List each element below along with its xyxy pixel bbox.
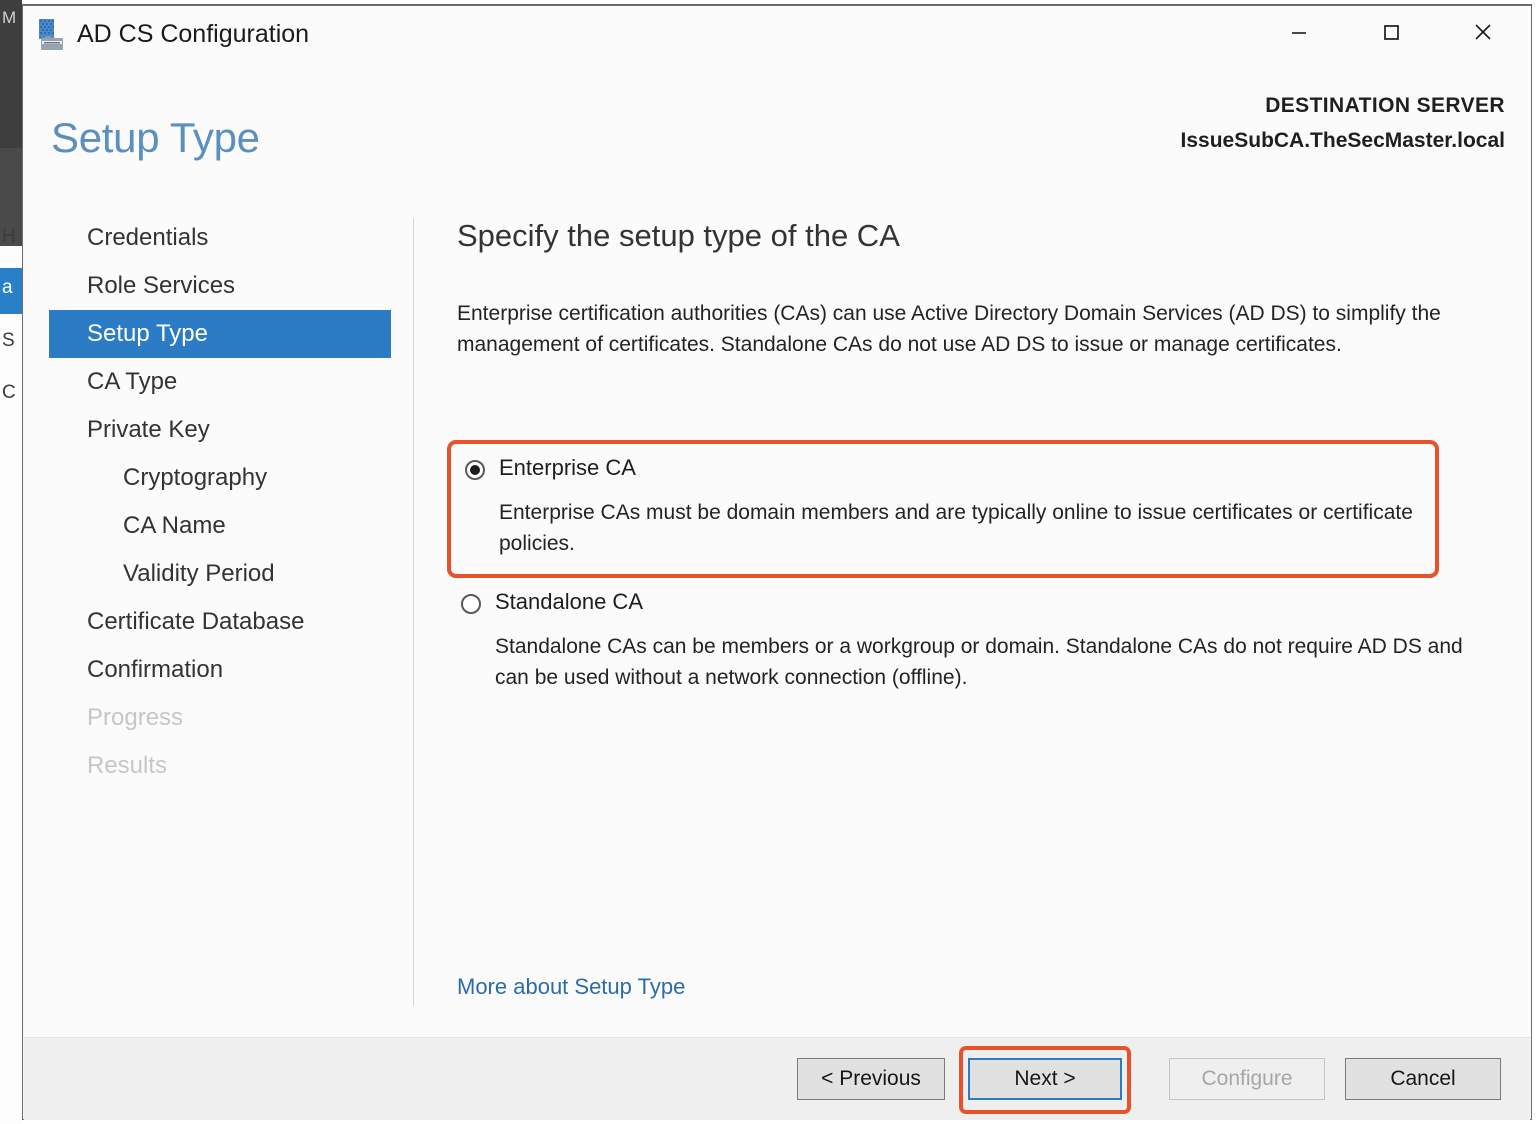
title-bar[interactable]: AD CS Configuration [23, 6, 1531, 62]
wizard-navigation-sidebar: Credentials Role Services Setup Type CA Typ… [49, 214, 391, 790]
sidebar-item-cryptography[interactable]: Cryptography [49, 454, 391, 502]
configure-button: Configure [1169, 1058, 1325, 1100]
sidebar-item-progress: Progress [49, 694, 391, 742]
sidebar-item-private-key[interactable]: Private Key [49, 406, 391, 454]
radio-standalone-ca-label: Standalone CA [495, 589, 643, 614]
destination-server-label: DESTINATION SERVER [1265, 94, 1505, 117]
sidebar-item-label: Validity Period [123, 560, 275, 587]
adcs-toolbox-icon [31, 14, 71, 54]
sidebar-divider [413, 218, 414, 1006]
background-window-sliver: M H a S C [0, 0, 22, 1124]
sidebar-item-label: Setup Type [87, 320, 208, 347]
sidebar-item-confirmation[interactable]: Confirmation [49, 646, 391, 694]
minimize-icon[interactable] [1253, 6, 1345, 58]
content-description: Enterprise certification authorities (CA… [457, 302, 1441, 357]
sidebar-item-label: Cryptography [123, 464, 268, 491]
destination-server-value: IssueSubCA.TheSecMaster.local [1180, 129, 1505, 152]
background-fragment-m: M [2, 8, 17, 27]
background-fragment-s: S [2, 330, 15, 351]
option-enterprise-ca-highlight: Enterprise CA Enterprise CAs must be dom… [447, 440, 1439, 578]
cancel-button[interactable]: Cancel [1345, 1058, 1501, 1100]
radio-enterprise-ca[interactable]: Enterprise CA [465, 454, 1421, 483]
sidebar-item-label: Credentials [87, 224, 209, 251]
main-content: Specify the setup type of the CA Enterpr… [447, 218, 1477, 999]
option-enterprise-ca-description: Enterprise CAs must be domain members an… [499, 500, 1413, 556]
sidebar-item-label: Private Key [87, 416, 210, 443]
sidebar-item-validity-period[interactable]: Validity Period [49, 550, 391, 598]
background-window-body [0, 246, 22, 1124]
sidebar-item-label: Progress [87, 704, 184, 731]
sidebar-item-results: Results [49, 742, 391, 790]
maximize-icon[interactable] [1345, 6, 1437, 58]
window-title: AD CS Configuration [77, 20, 310, 48]
radio-selected-icon[interactable] [465, 460, 485, 480]
sidebar-item-certificate-database[interactable]: Certificate Database [49, 598, 391, 646]
ad-cs-configuration-dialog: AD CS Configuration Setup Type DESTINATI… [22, 4, 1532, 1120]
sidebar-item-ca-type[interactable]: CA Type [49, 358, 391, 406]
previous-button[interactable]: < Previous [797, 1058, 945, 1100]
sidebar-item-role-services[interactable]: Role Services [49, 262, 391, 310]
close-icon[interactable] [1437, 6, 1529, 58]
radio-enterprise-ca-label: Enterprise CA [499, 455, 636, 480]
dialog-footer: < Previous Next > Configure Cancel [24, 1038, 1530, 1120]
page-title: Setup Type [51, 114, 260, 161]
sidebar-item-label: CA Type [87, 368, 178, 395]
sidebar-item-label: Certificate Database [87, 608, 305, 635]
destination-server-block: DESTINATION SERVER IssueSubCA.TheSecMast… [1181, 94, 1505, 153]
sidebar-item-label: Results [87, 752, 168, 779]
radio-standalone-ca[interactable]: Standalone CA [461, 588, 1477, 617]
background-fragment-c: C [2, 382, 16, 403]
background-fragment-h: H [2, 226, 16, 247]
more-about-setup-type-link[interactable]: More about Setup Type [457, 974, 685, 1000]
sidebar-item-label: Role Services [87, 272, 236, 299]
background-fragment-a: a [2, 277, 13, 298]
sidebar-item-label: Confirmation [87, 656, 224, 683]
option-standalone-ca: Standalone CA Standalone CAs can be memb… [461, 588, 1477, 694]
next-button[interactable]: Next > [968, 1058, 1122, 1100]
radio-unselected-icon[interactable] [461, 594, 481, 614]
sidebar-item-ca-name[interactable]: CA Name [49, 502, 391, 550]
sidebar-item-credentials[interactable]: Credentials [49, 214, 391, 262]
sidebar-item-setup-type[interactable]: Setup Type [49, 310, 391, 358]
content-heading: Specify the setup type of the CA [457, 218, 900, 253]
option-standalone-ca-description: Standalone CAs can be members or a workg… [495, 634, 1463, 690]
sidebar-item-label: CA Name [123, 512, 226, 539]
